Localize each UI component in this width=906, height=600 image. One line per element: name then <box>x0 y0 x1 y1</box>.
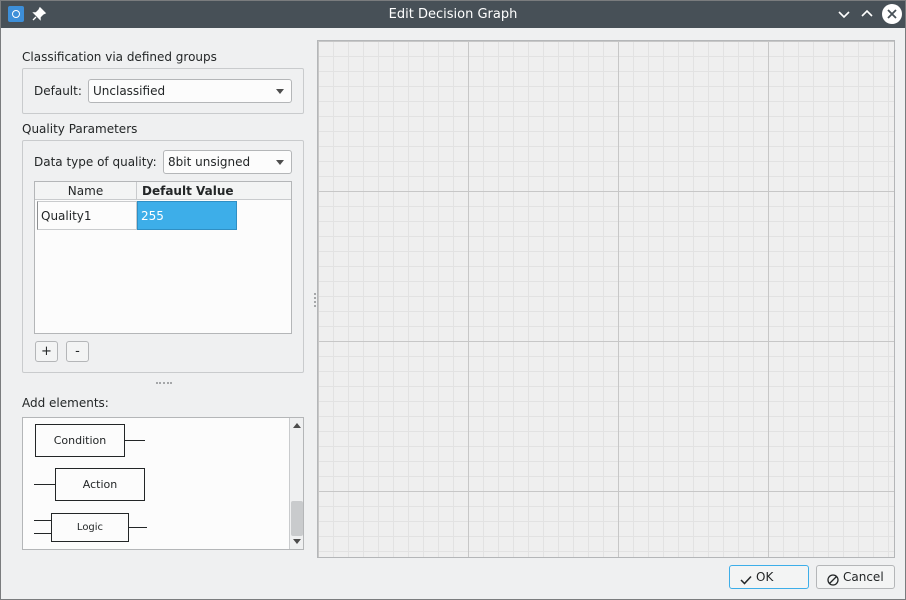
connector-line <box>34 484 55 485</box>
titlebar: Edit Decision Graph <box>1 1 905 28</box>
column-header-name[interactable]: Name <box>35 182 137 200</box>
cell-quality-name[interactable]: Quality1 <box>37 201 137 230</box>
window-title: Edit Decision Graph <box>388 7 518 22</box>
dialog-window: Edit Decision Graph Classification via d… <box>0 0 906 600</box>
cell-default-value[interactable]: 255 <box>137 201 237 230</box>
vertical-splitter-handle[interactable] <box>314 293 316 307</box>
splitter-handle[interactable] <box>156 382 172 384</box>
ok-label: OK <box>756 570 774 584</box>
palette-scrollbar[interactable] <box>289 418 303 549</box>
close-icon[interactable] <box>882 4 902 24</box>
cancel-button[interactable]: Cancel <box>816 565 895 589</box>
connector-line <box>125 440 145 441</box>
condition-node[interactable]: Condition <box>35 424 125 457</box>
quality-table[interactable]: Name Default Value Quality1 255 <box>34 181 292 334</box>
chevron-down-icon[interactable] <box>835 5 853 23</box>
add-elements-title: Add elements: <box>22 396 109 410</box>
datatype-label: Data type of quality: <box>34 155 157 169</box>
add-quality-button[interactable]: + <box>35 341 58 362</box>
element-palette: Condition Action Logic <box>22 417 304 550</box>
quality-group-title: Quality Parameters <box>22 122 138 136</box>
cancel-icon <box>827 571 839 586</box>
table-header: Name Default Value <box>35 182 291 200</box>
cancel-label: Cancel <box>843 570 884 584</box>
chevron-down-icon <box>276 89 284 94</box>
connector-line <box>34 520 51 521</box>
scroll-up-icon[interactable] <box>293 423 301 428</box>
classification-group-title: Classification via defined groups <box>22 50 217 64</box>
default-combo-value: Unclassified <box>93 84 166 98</box>
logic-node[interactable]: Logic <box>51 513 129 542</box>
connector-line <box>129 527 147 528</box>
default-label: Default: <box>34 84 82 98</box>
scroll-down-icon[interactable] <box>293 539 301 544</box>
classification-groupbox: Default: Unclassified <box>22 68 304 114</box>
graph-canvas[interactable] <box>317 40 895 558</box>
check-icon <box>740 571 752 585</box>
default-combo[interactable]: Unclassified <box>88 79 292 103</box>
datatype-combo-value: 8bit unsigned <box>168 155 251 169</box>
scrollbar-thumb[interactable] <box>291 501 303 536</box>
chevron-up-icon[interactable] <box>858 5 876 23</box>
chevron-down-icon <box>276 160 284 165</box>
datatype-combo[interactable]: 8bit unsigned <box>163 150 292 174</box>
remove-quality-button[interactable]: - <box>66 341 89 362</box>
action-node[interactable]: Action <box>55 468 145 501</box>
column-header-default-value[interactable]: Default Value <box>137 182 291 200</box>
connector-line <box>34 533 51 534</box>
ok-button[interactable]: OK <box>729 565 809 589</box>
